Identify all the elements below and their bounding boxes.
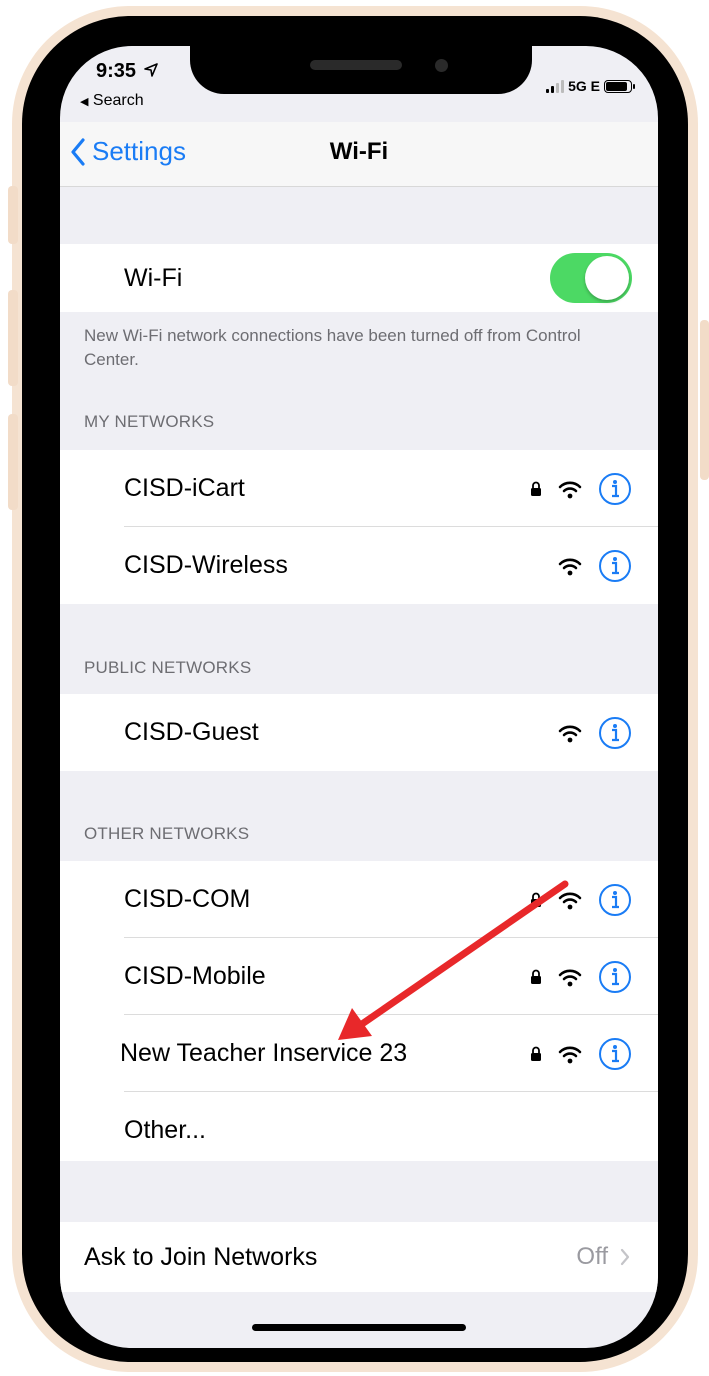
info-icon[interactable] xyxy=(598,549,632,583)
chevron-right-icon xyxy=(620,1248,630,1266)
volume-down-button xyxy=(8,414,18,510)
network-row[interactable]: CISD-Guest xyxy=(60,694,658,771)
wifi-signal-icon xyxy=(558,892,582,909)
ask-to-join-value-text: Off xyxy=(576,1243,608,1270)
battery-icon xyxy=(604,79,635,93)
lock-icon xyxy=(531,481,541,496)
my-networks-header: MY NETWORKS xyxy=(84,412,215,431)
other-networks-header: OTHER NETWORKS xyxy=(84,824,250,843)
network-name: CISD-COM xyxy=(124,885,251,913)
status-time: 9:35 xyxy=(96,60,158,83)
phone-screen: 9:35 ◀ Search 5G E Settings Wi-Fi Wi-Fi xyxy=(60,46,658,1348)
wifi-signal-icon xyxy=(558,1046,582,1063)
lock-icon xyxy=(531,969,541,984)
network-icons xyxy=(558,527,632,604)
network-icons xyxy=(530,1015,632,1092)
wifi-signal-icon xyxy=(558,481,582,498)
mute-switch xyxy=(8,186,18,244)
wifi-signal-icon xyxy=(558,969,582,986)
public-networks-group: CISD-Guest xyxy=(60,694,658,771)
network-name: CISD-Guest xyxy=(124,718,259,746)
info-icon[interactable] xyxy=(598,472,632,506)
other-network-row[interactable]: Other... xyxy=(60,1092,658,1169)
network-icons xyxy=(530,861,632,938)
volume-up-button xyxy=(8,290,18,386)
public-networks-header: PUBLIC NETWORKS xyxy=(84,658,252,677)
notch xyxy=(190,46,532,94)
ask-to-join-row[interactable]: Ask to Join Networks Off xyxy=(60,1222,658,1292)
network-row[interactable]: CISD-COM xyxy=(60,861,658,938)
ask-to-join-label: Ask to Join Networks xyxy=(84,1243,318,1271)
info-icon[interactable] xyxy=(598,960,632,994)
page-title: Wi-Fi xyxy=(329,138,389,165)
info-icon[interactable] xyxy=(598,716,632,750)
network-row[interactable]: CISD-Mobile xyxy=(60,938,658,1015)
network-type: 5G E xyxy=(568,78,600,94)
wifi-toggle-label: Wi-Fi xyxy=(124,264,183,292)
front-camera xyxy=(435,59,448,72)
wifi-toggle-group: Wi-Fi xyxy=(60,244,658,312)
home-indicator[interactable] xyxy=(252,1324,466,1331)
navigation-bar: Settings Wi-Fi xyxy=(60,122,658,187)
other-network-label: Other... xyxy=(124,1116,206,1144)
ask-to-join-value: Off xyxy=(576,1222,630,1292)
back-triangle-icon: ◀ xyxy=(80,96,89,108)
status-time-text: 9:35 xyxy=(96,60,137,82)
my-networks-group: CISD-iCart CISD-Wireless xyxy=(60,450,658,604)
control-center-notice: New Wi-Fi network connections have been … xyxy=(84,326,581,369)
network-row[interactable]: CISD-iCart xyxy=(60,450,658,527)
lock-icon xyxy=(531,892,541,907)
info-icon[interactable] xyxy=(598,1037,632,1071)
info-icon[interactable] xyxy=(598,883,632,917)
back-to-app-label: Search xyxy=(92,92,144,109)
power-button xyxy=(700,320,709,480)
status-indicators: 5G E xyxy=(546,78,635,94)
back-to-app-link[interactable]: ◀ Search xyxy=(80,92,144,110)
network-name: CISD-Mobile xyxy=(124,962,266,990)
network-icons xyxy=(530,938,632,1015)
network-row[interactable]: New Teacher Inservice 23 xyxy=(60,1015,658,1092)
wifi-toggle-switch[interactable] xyxy=(550,253,632,303)
network-name: CISD-Wireless xyxy=(124,551,288,579)
lock-icon xyxy=(531,1046,541,1061)
network-name: CISD-iCart xyxy=(124,474,245,502)
network-icons xyxy=(530,450,632,527)
toggle-knob xyxy=(585,256,629,300)
network-icons xyxy=(558,694,632,771)
signal-strength-icon xyxy=(546,79,565,93)
network-name: New Teacher Inservice 23 xyxy=(120,1039,408,1067)
network-row[interactable]: CISD-Wireless xyxy=(60,527,658,604)
speaker-grille xyxy=(310,60,402,70)
location-arrow-icon xyxy=(143,63,158,77)
other-networks-group: CISD-COM CISD-Mobile New Teacher Inservi… xyxy=(60,861,658,1161)
wifi-signal-icon xyxy=(558,558,582,575)
wifi-signal-icon xyxy=(558,725,582,742)
